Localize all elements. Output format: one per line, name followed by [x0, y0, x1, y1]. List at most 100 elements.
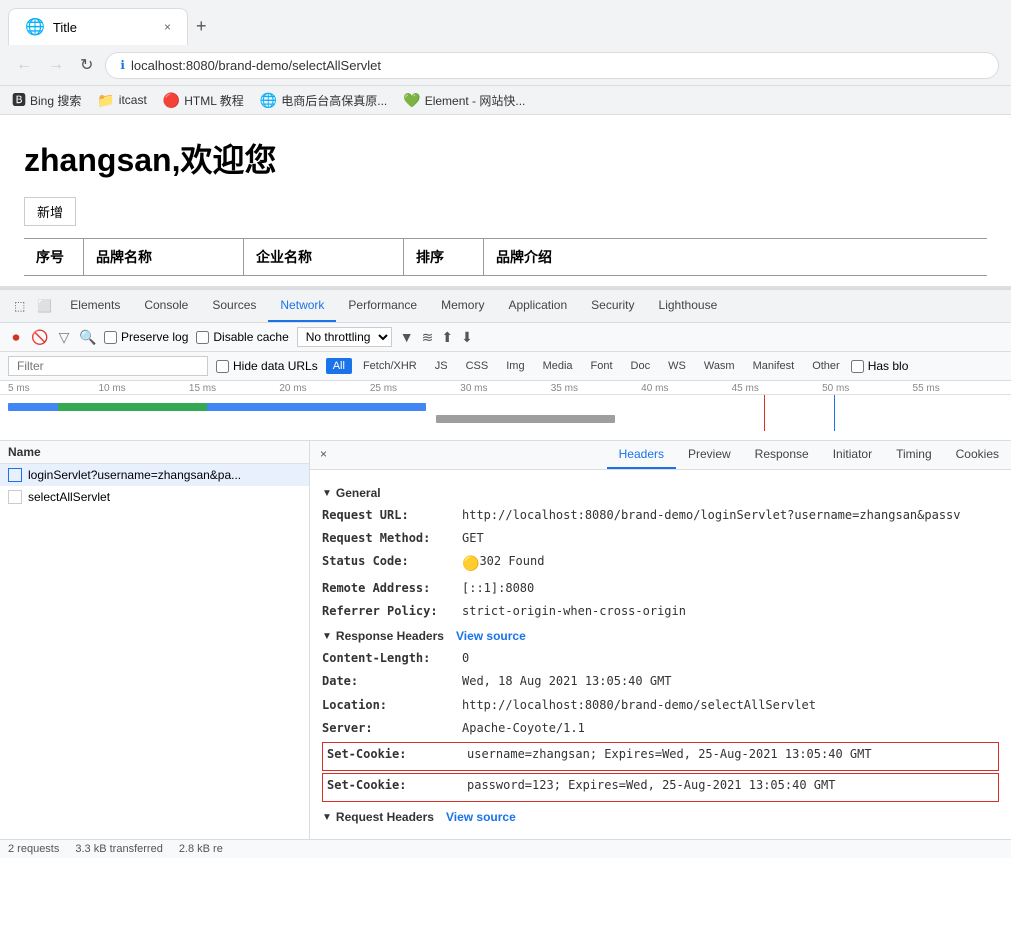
element-icon: 💚 — [403, 92, 420, 109]
tab-close-btn[interactable]: × — [164, 20, 171, 34]
tab-performance[interactable]: Performance — [336, 290, 429, 322]
server-label: Server: — [322, 719, 462, 738]
hide-data-urls-text: Hide data URLs — [233, 359, 318, 373]
tab-memory[interactable]: Memory — [429, 290, 496, 322]
general-section-header: ▼ General — [322, 486, 999, 500]
list-item-login[interactable]: loginServlet?username=zhangsan&pa... — [0, 464, 309, 486]
details-tab-headers[interactable]: Headers — [607, 441, 676, 469]
filter-tag-ws[interactable]: WS — [661, 358, 693, 374]
filter-tag-css[interactable]: CSS — [459, 358, 496, 374]
request-view-source[interactable]: View source — [446, 810, 516, 824]
inspect-icon[interactable]: ⬚ — [8, 293, 31, 319]
filter-tag-manifest[interactable]: Manifest — [746, 358, 802, 374]
filter-tag-wasm[interactable]: Wasm — [697, 358, 742, 374]
th-order: 排序 — [404, 239, 484, 275]
status-code-row: Status Code: 🟡 302 Found — [322, 552, 999, 574]
preserve-log-label[interactable]: Preserve log — [104, 330, 188, 344]
tab-favicon: 🌐 — [25, 17, 45, 37]
bookmark-html-label: HTML 教程 — [184, 92, 244, 109]
forward-btn[interactable]: → — [44, 52, 68, 78]
location-label: Location: — [322, 696, 462, 715]
disable-cache-checkbox[interactable] — [196, 331, 209, 344]
filter-tag-media[interactable]: Media — [536, 358, 580, 374]
throttle-select[interactable]: No throttling — [297, 327, 392, 347]
tab-lighthouse[interactable]: Lighthouse — [647, 290, 730, 322]
location-value: http://localhost:8080/brand-demo/selectA… — [462, 696, 816, 715]
details-tab-timing[interactable]: Timing — [884, 441, 944, 469]
new-tab-btn[interactable]: + — [188, 8, 215, 45]
active-tab[interactable]: 🌐 Title × — [8, 8, 188, 45]
date-row: Date: Wed, 18 Aug 2021 13:05:40 GMT — [322, 672, 999, 691]
th-desc: 品牌介绍 — [484, 239, 987, 275]
back-btn[interactable]: ← — [12, 52, 36, 78]
devtools-tab-bar: ⬚ ⬜ Elements Console Sources Network Per… — [0, 290, 1011, 323]
timeline: 5 ms 10 ms 15 ms 20 ms 25 ms 30 ms 35 ms… — [0, 381, 1011, 441]
itcast-icon: 📁 — [97, 92, 114, 109]
filter-tag-other[interactable]: Other — [805, 358, 847, 374]
bookmark-ecommerce-label: 电商后台高保真原... — [281, 92, 387, 109]
bookmark-bing[interactable]: 🅱 Bing 搜索 — [12, 90, 81, 110]
filter-tag-xhr[interactable]: Fetch/XHR — [356, 358, 424, 374]
bookmark-itcast-label: itcast — [119, 93, 147, 107]
request-url-row: Request URL: http://localhost:8080/brand… — [322, 506, 999, 525]
record-btn[interactable]: ⏺ — [8, 329, 24, 345]
response-headers-title: Response Headers — [336, 629, 444, 643]
filter-tag-all[interactable]: All — [326, 358, 352, 374]
response-view-source[interactable]: View source — [456, 629, 526, 643]
filter-tag-js[interactable]: JS — [428, 358, 455, 374]
disable-cache-label[interactable]: Disable cache — [196, 330, 288, 344]
list-item-select[interactable]: selectAllServlet — [0, 486, 309, 508]
network-list: Name loginServlet?username=zhangsan&pa..… — [0, 441, 310, 839]
details-tab-response[interactable]: Response — [743, 441, 821, 469]
devtools-panel: ⬚ ⬜ Elements Console Sources Network Per… — [0, 288, 1011, 858]
details-tab-initiator[interactable]: Initiator — [821, 441, 884, 469]
status-dot-icon: 🟡 — [462, 552, 479, 574]
device-icon[interactable]: ⬜ — [31, 293, 58, 319]
preserve-log-text: Preserve log — [121, 330, 188, 344]
details-tab-cookies[interactable]: Cookies — [944, 441, 1011, 469]
address-input[interactable]: ℹ localhost:8080/brand-demo/selectAllSer… — [105, 52, 999, 79]
bookmark-html[interactable]: 🔴 HTML 教程 — [163, 92, 244, 109]
hide-data-urls-label[interactable]: Hide data URLs — [216, 359, 318, 373]
details-close-btn[interactable]: × — [310, 441, 337, 469]
mark-55ms: 55 ms — [913, 381, 1003, 394]
bookmark-element[interactable]: 💚 Element - 网站快... — [403, 92, 525, 109]
ecommerce-icon: 🌐 — [260, 92, 277, 109]
preserve-log-checkbox[interactable] — [104, 331, 117, 344]
timeline-bar-2 — [436, 415, 615, 423]
bookmark-ecommerce[interactable]: 🌐 电商后台高保真原... — [260, 92, 387, 109]
remote-address-value: [::1]:8080 — [462, 579, 534, 598]
tab-console[interactable]: Console — [132, 290, 200, 322]
has-blocked-label[interactable]: Has blo — [851, 359, 909, 373]
filter-btn[interactable]: ▽ — [56, 329, 72, 345]
location-row: Location: http://localhost:8080/brand-de… — [322, 696, 999, 715]
filter-tag-img[interactable]: Img — [499, 358, 531, 374]
search-btn[interactable]: 🔍 — [80, 329, 96, 345]
clear-btn[interactable]: 🚫 — [32, 329, 48, 345]
tab-elements[interactable]: Elements — [58, 290, 132, 322]
throttle-arrow-icon: ▼ — [400, 329, 414, 345]
details-tab-preview[interactable]: Preview — [676, 441, 743, 469]
tab-sources[interactable]: Sources — [200, 290, 268, 322]
cookie2-value: password=123; Expires=Wed, 25-Aug-2021 1… — [467, 776, 835, 795]
list-item-select-name: selectAllServlet — [28, 490, 110, 504]
has-blocked-checkbox[interactable] — [851, 360, 864, 373]
tab-security[interactable]: Security — [579, 290, 646, 322]
hide-data-urls-checkbox[interactable] — [216, 360, 229, 373]
filter-tag-doc[interactable]: Doc — [624, 358, 658, 374]
timeline-red-line — [764, 395, 765, 431]
filter-input[interactable] — [8, 356, 208, 376]
refresh-btn[interactable]: ↻ — [76, 51, 97, 79]
tab-application[interactable]: Application — [496, 290, 579, 322]
tab-network[interactable]: Network — [268, 290, 336, 322]
details-panel: × Headers Preview Response Initiator Tim… — [310, 441, 1011, 839]
filter-tag-font[interactable]: Font — [584, 358, 620, 374]
upload-icon[interactable]: ⬆ — [441, 329, 453, 346]
disable-cache-text: Disable cache — [213, 330, 288, 344]
bookmark-itcast[interactable]: 📁 itcast — [97, 92, 146, 109]
tab-bar: 🌐 Title × + — [0, 0, 1011, 45]
add-button[interactable]: 新增 — [24, 197, 76, 226]
remote-address-label: Remote Address: — [322, 579, 462, 598]
content-length-label: Content-Length: — [322, 649, 462, 668]
download-icon[interactable]: ⬇ — [461, 329, 473, 346]
